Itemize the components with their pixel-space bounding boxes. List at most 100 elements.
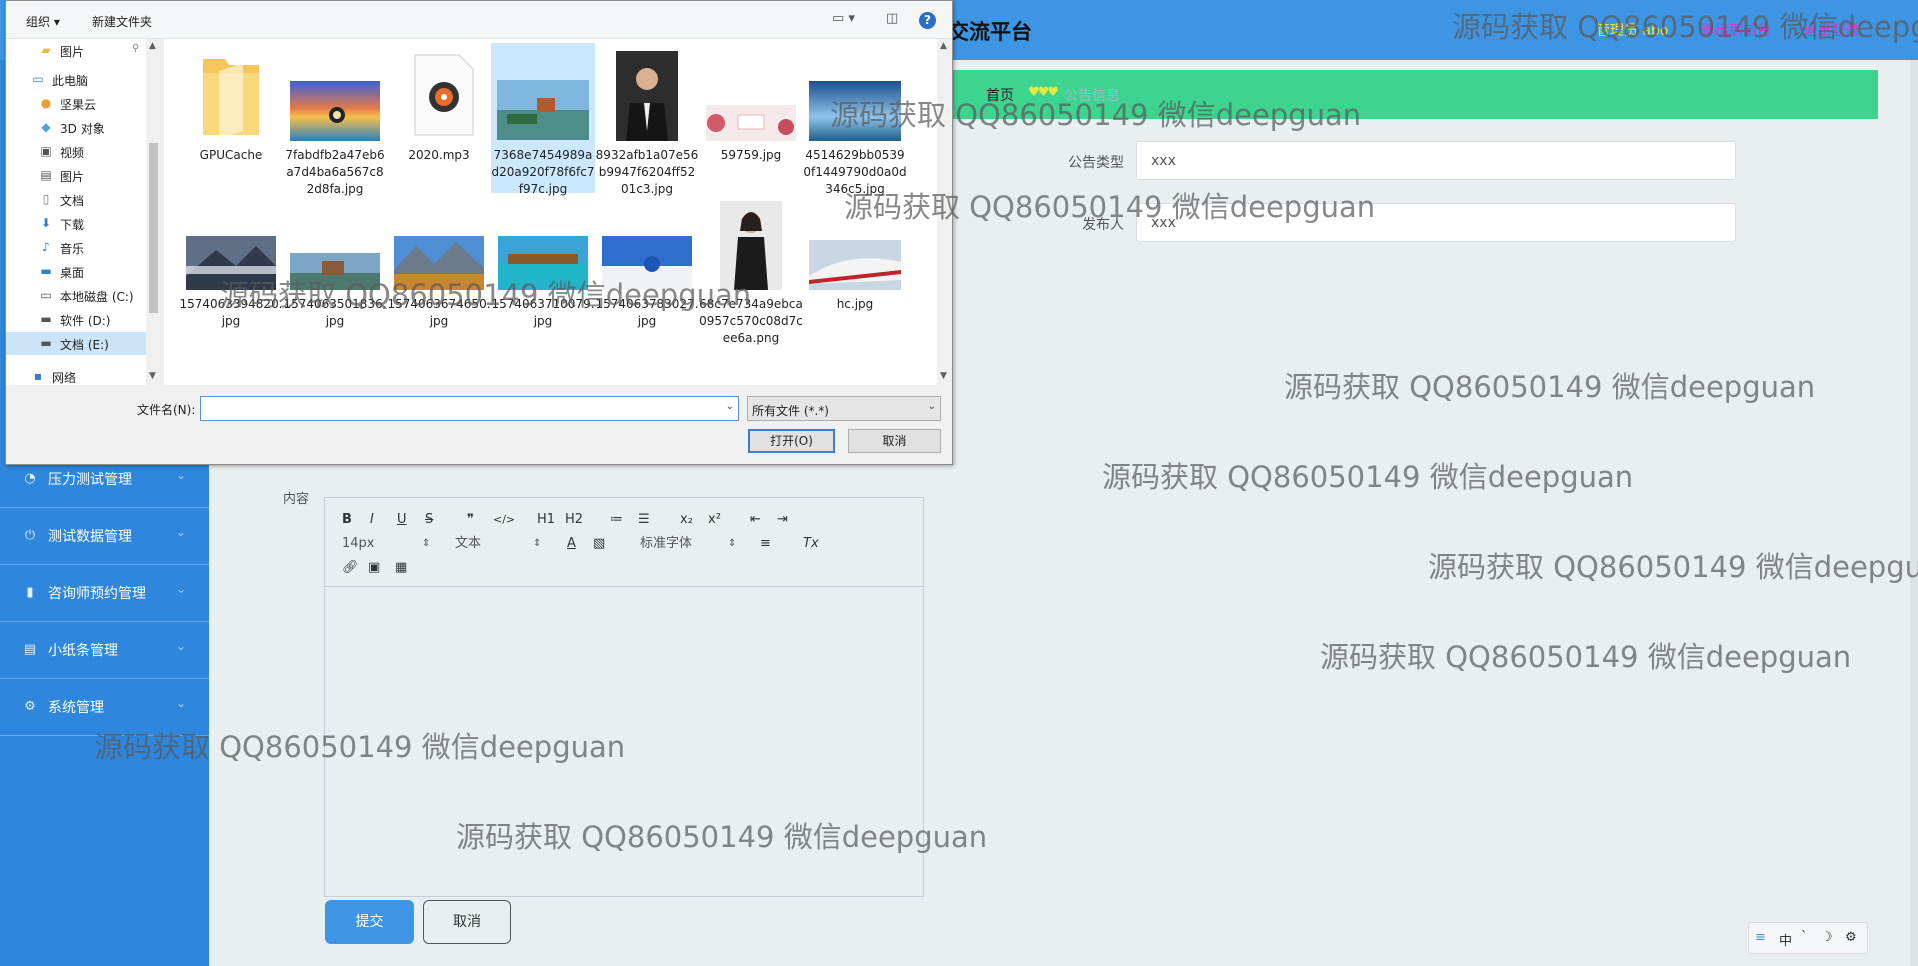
nav-item-documents[interactable]: ▯ 文档 [6, 188, 146, 211]
nav-item-disk-e[interactable]: ▬ 文档 (E:) [6, 332, 146, 355]
chevron-down-icon[interactable]: ⌄ [726, 401, 734, 412]
cancel-button[interactable]: 取消 [423, 900, 511, 944]
nav-item-videos[interactable]: ▣ 视频 [6, 140, 146, 163]
video-icon[interactable]: ▦ [395, 558, 407, 578]
image-icon[interactable]: ▣ [368, 558, 380, 578]
nav-item-label: 坚果云 [60, 98, 97, 112]
ime-punct-icon[interactable]: ˋ [1801, 930, 1808, 945]
rich-text-editor[interactable]: B I U S ❞ </> H1 H2 ≔ ☰ x₂ x² ⇤ ⇥ 14px ⇕ … [324, 497, 924, 897]
submit-button[interactable]: 提交 [325, 900, 414, 944]
settings-icon[interactable]: ⚙ [1845, 930, 1857, 945]
folder-icon [203, 59, 259, 139]
bold-button[interactable]: B [342, 510, 352, 530]
strikethrough-button[interactable]: S [425, 510, 433, 530]
type-input[interactable]: xxx [1136, 141, 1736, 180]
file-item-59759[interactable]: 59759.jpg [699, 43, 803, 193]
ime-toolbar[interactable]: ≡ 中 ˋ ☽ ⚙ [1748, 922, 1868, 954]
indent-button[interactable]: ⇥ [777, 510, 788, 530]
logout-link[interactable]: 退出登录 [1803, 23, 1859, 39]
nav-item-desktop[interactable]: ▬ 桌面 [6, 260, 146, 283]
file-item-train[interactable]: hc.jpg [803, 199, 907, 349]
font-family-select[interactable]: 标准字体 ⇕ [640, 534, 740, 554]
sidebar-item-system[interactable]: ⚙ 系统管理 ⌄ [0, 679, 209, 736]
open-button[interactable]: 打开(O) [748, 429, 835, 453]
nav-item-pictures-pinned[interactable]: ▰ 图片 ⚲ [6, 39, 146, 62]
file-item-resort[interactable]: 1574063710079.jpg [491, 199, 595, 349]
breadcrumb-home[interactable]: 首页 [986, 85, 1014, 105]
organize-menu[interactable]: 组织 ▾ [26, 13, 60, 30]
disk-e-icon: ▬ [40, 336, 52, 350]
heading2-button[interactable]: H2 [565, 510, 583, 530]
clear-format-button[interactable]: Tx [803, 534, 819, 554]
nav-item-network[interactable]: ▪ 网络 [6, 365, 146, 388]
nav-item-jianguoyun[interactable]: ● 坚果云 [6, 92, 146, 115]
file-item-alps[interactable]: 1574063674650.jpg [387, 199, 491, 349]
sidebar-item-notes[interactable]: ▤ 小纸条管理 ⌄ [0, 622, 209, 679]
file-item-gpucache[interactable]: GPUCache [179, 43, 283, 193]
new-folder-button[interactable]: 新建文件夹 [92, 13, 152, 30]
file-item-mp3[interactable]: 2020.mp3 [387, 43, 491, 193]
align-left-icon[interactable]: ≡ [760, 534, 771, 554]
filetype-select[interactable]: 所有文件 (*.*) ⌄ [747, 396, 941, 421]
sidebar-item-counselor-booking[interactable]: ▮ 咨询师预约管理 ⌄ [0, 565, 209, 622]
nav-item-pictures[interactable]: ▤ 图片 [6, 164, 146, 187]
help-icon[interactable]: ? [919, 12, 936, 29]
sidebar-item-test-data[interactable]: ⏻ 测试数据管理 ⌄ [0, 508, 209, 565]
current-user-link[interactable]: 管理员 abo [1596, 23, 1668, 39]
top-links: 管理员 abo 退出到前台 退出登录 [1596, 20, 1887, 40]
preview-pane-icon[interactable]: ◫ [886, 11, 898, 26]
back-to-frontend-link[interactable]: 退出到前台 [1701, 23, 1771, 39]
publisher-input[interactable]: xxx [1136, 203, 1736, 242]
superscript-button[interactable]: x² [708, 510, 721, 530]
view-options-icon[interactable]: ▭ ▾ [832, 11, 855, 26]
music-icon: ♪ [42, 240, 50, 254]
file-item-lake[interactable]: 7368e7454989ad20a920f78f6fc7f97c.jpg [491, 43, 595, 196]
underline-button[interactable]: U [397, 510, 407, 530]
file-item-mountain-fog[interactable]: 1574063394820.jpg [179, 199, 283, 349]
file-item-portrait-woman[interactable]: 68c7e734a9ebca0957c570c08d7cee6a.png [699, 199, 803, 349]
page-scrollbar[interactable] [1910, 60, 1918, 966]
blockquote-button[interactable]: ❞ [467, 510, 474, 530]
heading1-button[interactable]: H1 [537, 510, 555, 530]
dialog-cancel-button[interactable]: 取消 [848, 429, 941, 453]
pin-icon[interactable]: ⚲ [132, 43, 139, 54]
file-item-portrait-man[interactable]: 8932afb1a07e56b9947f6204ff5201c3.jpg [595, 43, 699, 196]
file-item-sky[interactable]: 4514629bb05390f1449790d0a0d346c5.jpg [803, 43, 907, 196]
scroll-up-icon[interactable]: ▲ [149, 41, 156, 51]
moon-icon[interactable]: ☽ [1821, 930, 1833, 945]
text-color-button[interactable]: A [567, 534, 576, 554]
file-name: 59759.jpg [720, 148, 782, 162]
subscript-button[interactable]: x₂ [680, 510, 693, 530]
block-type-select[interactable]: 文本 ⇕ [455, 534, 545, 554]
scroll-up-icon[interactable]: ▲ [940, 41, 947, 51]
scroll-down-icon[interactable]: ▼ [149, 371, 156, 381]
scroll-down-icon[interactable]: ▼ [940, 371, 947, 381]
ime-lang[interactable]: 中 [1779, 930, 1792, 949]
file-item-lakehouse[interactable]: 1574063501836.jpg [283, 199, 387, 349]
code-block-button[interactable]: </> [493, 510, 515, 530]
filename-input[interactable]: ⌄ [200, 396, 739, 421]
nav-item-disk-d[interactable]: ▬ 软件 (D:) [6, 308, 146, 331]
nav-item-this-pc[interactable]: ▭ 此电脑 [6, 68, 146, 91]
type-label: 公告类型 [1068, 155, 1124, 171]
background-color-icon[interactable]: ▧ [593, 534, 605, 554]
outdent-button[interactable]: ⇤ [750, 510, 761, 530]
nav-item-3d-objects[interactable]: ◆ 3D 对象 [6, 116, 146, 139]
nav-item-disk-c[interactable]: ▭ 本地磁盘 (C:) [6, 284, 146, 307]
desktop-icon: ▬ [40, 264, 52, 278]
file-item-santorini[interactable]: 1574063783027.jpg [595, 199, 699, 349]
nav-scrollbar[interactable]: ▲ ▼ [146, 39, 161, 385]
link-icon[interactable]: 🔗︎ [342, 558, 359, 578]
picture-icon: ▤ [40, 168, 52, 182]
gauge-icon: ◔ [24, 471, 36, 486]
file-item-sunset[interactable]: 7fabdfb2a47eb6a7d4ba6a567c82d8fa.jpg [283, 43, 387, 196]
bullet-list-button[interactable]: ☰ [638, 510, 650, 530]
font-size-select[interactable]: 14px ⇕ [342, 534, 432, 554]
scroll-thumb[interactable] [149, 143, 158, 313]
document-icon: ▯ [42, 192, 50, 206]
italic-button[interactable]: I [370, 510, 374, 530]
ordered-list-button[interactable]: ≔ [610, 510, 623, 530]
file-list-scrollbar[interactable]: ▲ ▼ [937, 39, 952, 385]
nav-item-downloads[interactable]: ⬇ 下载 [6, 212, 146, 235]
nav-item-music[interactable]: ♪ 音乐 [6, 236, 146, 259]
